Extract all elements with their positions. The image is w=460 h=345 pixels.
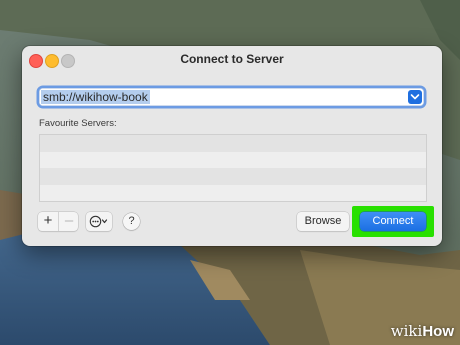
list-item	[40, 135, 426, 152]
favourite-servers-list[interactable]	[39, 134, 427, 202]
window-title: Connect to Server	[180, 52, 284, 66]
add-favourite-button[interactable]: +	[38, 212, 58, 231]
connect-to-server-window: Connect to Server smb://wikihow-book Fav…	[22, 46, 442, 246]
wikihow-watermark: wikiHow	[391, 322, 454, 340]
list-item	[40, 168, 426, 185]
favourite-servers-label: Favourite Servers:	[39, 118, 117, 129]
help-button[interactable]: ?	[123, 213, 140, 230]
watermark-prefix: wiki	[390, 322, 423, 340]
server-address-field[interactable]: smb://wikihow-book	[39, 88, 424, 106]
connect-button[interactable]: Connect	[360, 212, 426, 231]
ellipsis-circle-icon	[89, 215, 108, 228]
add-remove-segmented-control: + –	[38, 212, 78, 231]
list-item	[40, 152, 426, 169]
watermark-suffix: How	[422, 323, 454, 340]
title-bar: Connect to Server	[22, 46, 442, 74]
chevron-down-icon	[410, 94, 420, 100]
browse-button[interactable]: Browse	[297, 212, 349, 231]
more-options-button[interactable]	[86, 212, 112, 231]
list-item	[40, 185, 426, 202]
remove-favourite-button[interactable]: –	[58, 212, 79, 231]
server-address-value: smb://wikihow-book	[41, 90, 150, 104]
recent-servers-dropdown-button[interactable]	[408, 90, 422, 104]
